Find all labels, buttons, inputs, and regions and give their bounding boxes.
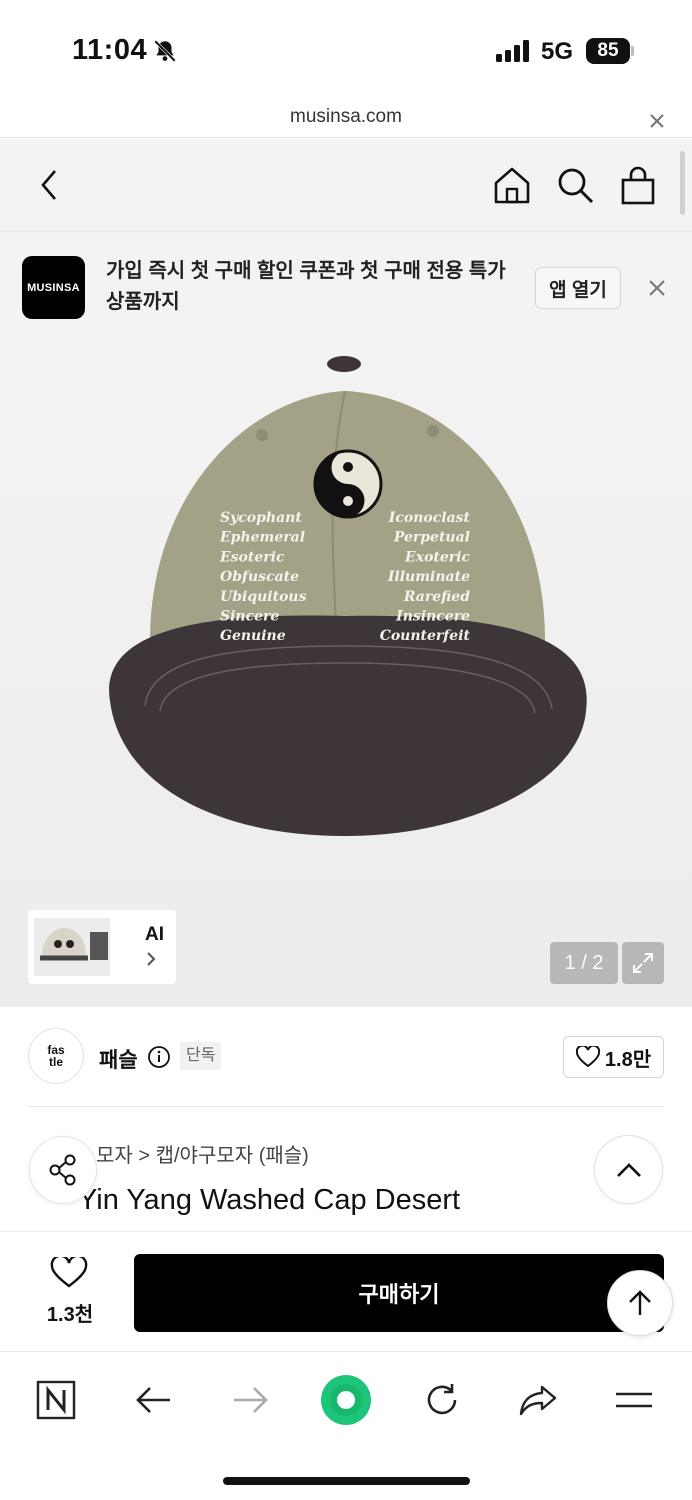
scroll-top-button[interactable]: [607, 1270, 673, 1336]
close-icon[interactable]: [644, 108, 670, 134]
shopping-bag-icon[interactable]: [614, 161, 662, 209]
embroidery-word: Sincere: [220, 609, 279, 625]
wish-count: 1.3천: [46, 1304, 94, 1326]
cap-illustration: Sycophant Ephemeral Esoteric Obfuscate Ubiqu…: [109, 356, 587, 836]
product-image[interactable]: Sycophant Ephemeral Esoteric Obfuscate Ubiqu…: [0, 341, 692, 1007]
embroidery-word: Esoteric: [219, 549, 285, 565]
embroidery-word: Illuminate: [387, 569, 470, 585]
app-header: [0, 139, 692, 231]
menu-icon[interactable]: [608, 1374, 660, 1426]
browser-toolbar: [0, 1351, 692, 1500]
open-app-button[interactable]: 앱 열기: [535, 267, 621, 309]
home-indicator: [223, 1477, 470, 1485]
info-icon[interactable]: [147, 1045, 171, 1074]
back-icon[interactable]: [26, 161, 74, 209]
scroll-indicator: [680, 151, 685, 215]
chevron-up-icon: [616, 1162, 641, 1177]
status-time: 11:04: [72, 34, 148, 66]
close-icon[interactable]: [644, 275, 670, 301]
product-title: Yin Yang Washed Cap Desert: [78, 1184, 461, 1216]
image-counter: 1 / 2: [550, 942, 618, 984]
buy-button[interactable]: 구매하기: [134, 1254, 664, 1332]
heart-icon[interactable]: [50, 1254, 88, 1294]
buy-bar: 1.3천 구매하기: [0, 1231, 692, 1351]
status-bar: 11:04 5G 85: [0, 0, 692, 100]
breadcrumb-text[interactable]: 모자 > 캡/야구모자 (패슬): [96, 1145, 309, 1167]
back-arrow-icon[interactable]: [128, 1374, 180, 1426]
brand-like-count: 1.8만: [604, 1048, 652, 1071]
brand-like-button[interactable]: 1.8만: [563, 1036, 664, 1078]
home-icon[interactable]: [488, 161, 536, 209]
bell-slash-icon: [152, 38, 178, 69]
arrow-up-icon: [629, 1290, 651, 1315]
signal-icon: [496, 40, 532, 67]
search-icon[interactable]: [551, 161, 599, 209]
embroidery-word: Perpetual: [393, 530, 470, 546]
refresh-icon[interactable]: [416, 1374, 468, 1426]
embroidery-word: Obfuscate: [220, 569, 299, 585]
share-nodes-icon: [49, 1154, 76, 1186]
forward-arrow-icon[interactable]: [224, 1374, 276, 1426]
embroidery-word: Ubiquitous: [220, 589, 307, 605]
network-label: 5G: [541, 38, 574, 65]
thumbnail-strip[interactable]: AI: [28, 910, 176, 984]
embroidery-word: Exoteric: [404, 549, 470, 565]
battery-nub: [631, 46, 634, 56]
app-promo-banner: MUSINSA 가입 즉시 첫 구매 할인 쿠폰과 첫 구매 전용 특가 상품까…: [0, 231, 692, 341]
share-icon[interactable]: [512, 1374, 564, 1426]
embroidery-word: Sycophant: [220, 510, 302, 526]
embroidery-word: Counterfeit: [380, 628, 471, 644]
embroidery-word: Insincere: [395, 609, 470, 625]
brand-logo-text: fas tle: [47, 1043, 65, 1069]
exclusive-badge: 단독: [180, 1042, 222, 1070]
embroidery-word: Iconoclast: [388, 510, 471, 526]
collapse-button[interactable]: [594, 1135, 663, 1204]
chevron-right-icon: [144, 950, 158, 973]
battery-indicator: 85: [586, 38, 630, 64]
green-dot-icon[interactable]: [320, 1374, 372, 1426]
share-button[interactable]: [29, 1136, 97, 1204]
naver-icon[interactable]: [30, 1374, 82, 1426]
url-text[interactable]: musinsa.com: [0, 106, 692, 128]
brand-row: fas tle 패슬 단독 1.8만: [0, 1007, 692, 1107]
embroidery-word: Rarefied: [403, 589, 470, 605]
embroidery-word: Ephemeral: [219, 530, 305, 546]
brand-name[interactable]: 패슬: [99, 1044, 138, 1074]
brand-logo[interactable]: fas tle: [28, 1028, 84, 1084]
divider: [28, 1106, 664, 1107]
breadcrumb[interactable]: 모자 > 캡/야구모자 (패슬): [96, 1139, 309, 1168]
url-bar[interactable]: musinsa.com: [0, 100, 692, 138]
musinsa-logo: MUSINSA: [22, 256, 85, 319]
ai-label[interactable]: AI: [145, 924, 164, 946]
thumbnail-image[interactable]: [32, 916, 112, 978]
promo-message: 가입 즉시 첫 구매 할인 쿠폰과 첫 구매 전용 특가 상품까지: [106, 260, 506, 313]
expand-icon[interactable]: [622, 942, 664, 984]
heart-icon: [575, 1046, 600, 1068]
embroidery-word: Genuine: [220, 628, 286, 644]
